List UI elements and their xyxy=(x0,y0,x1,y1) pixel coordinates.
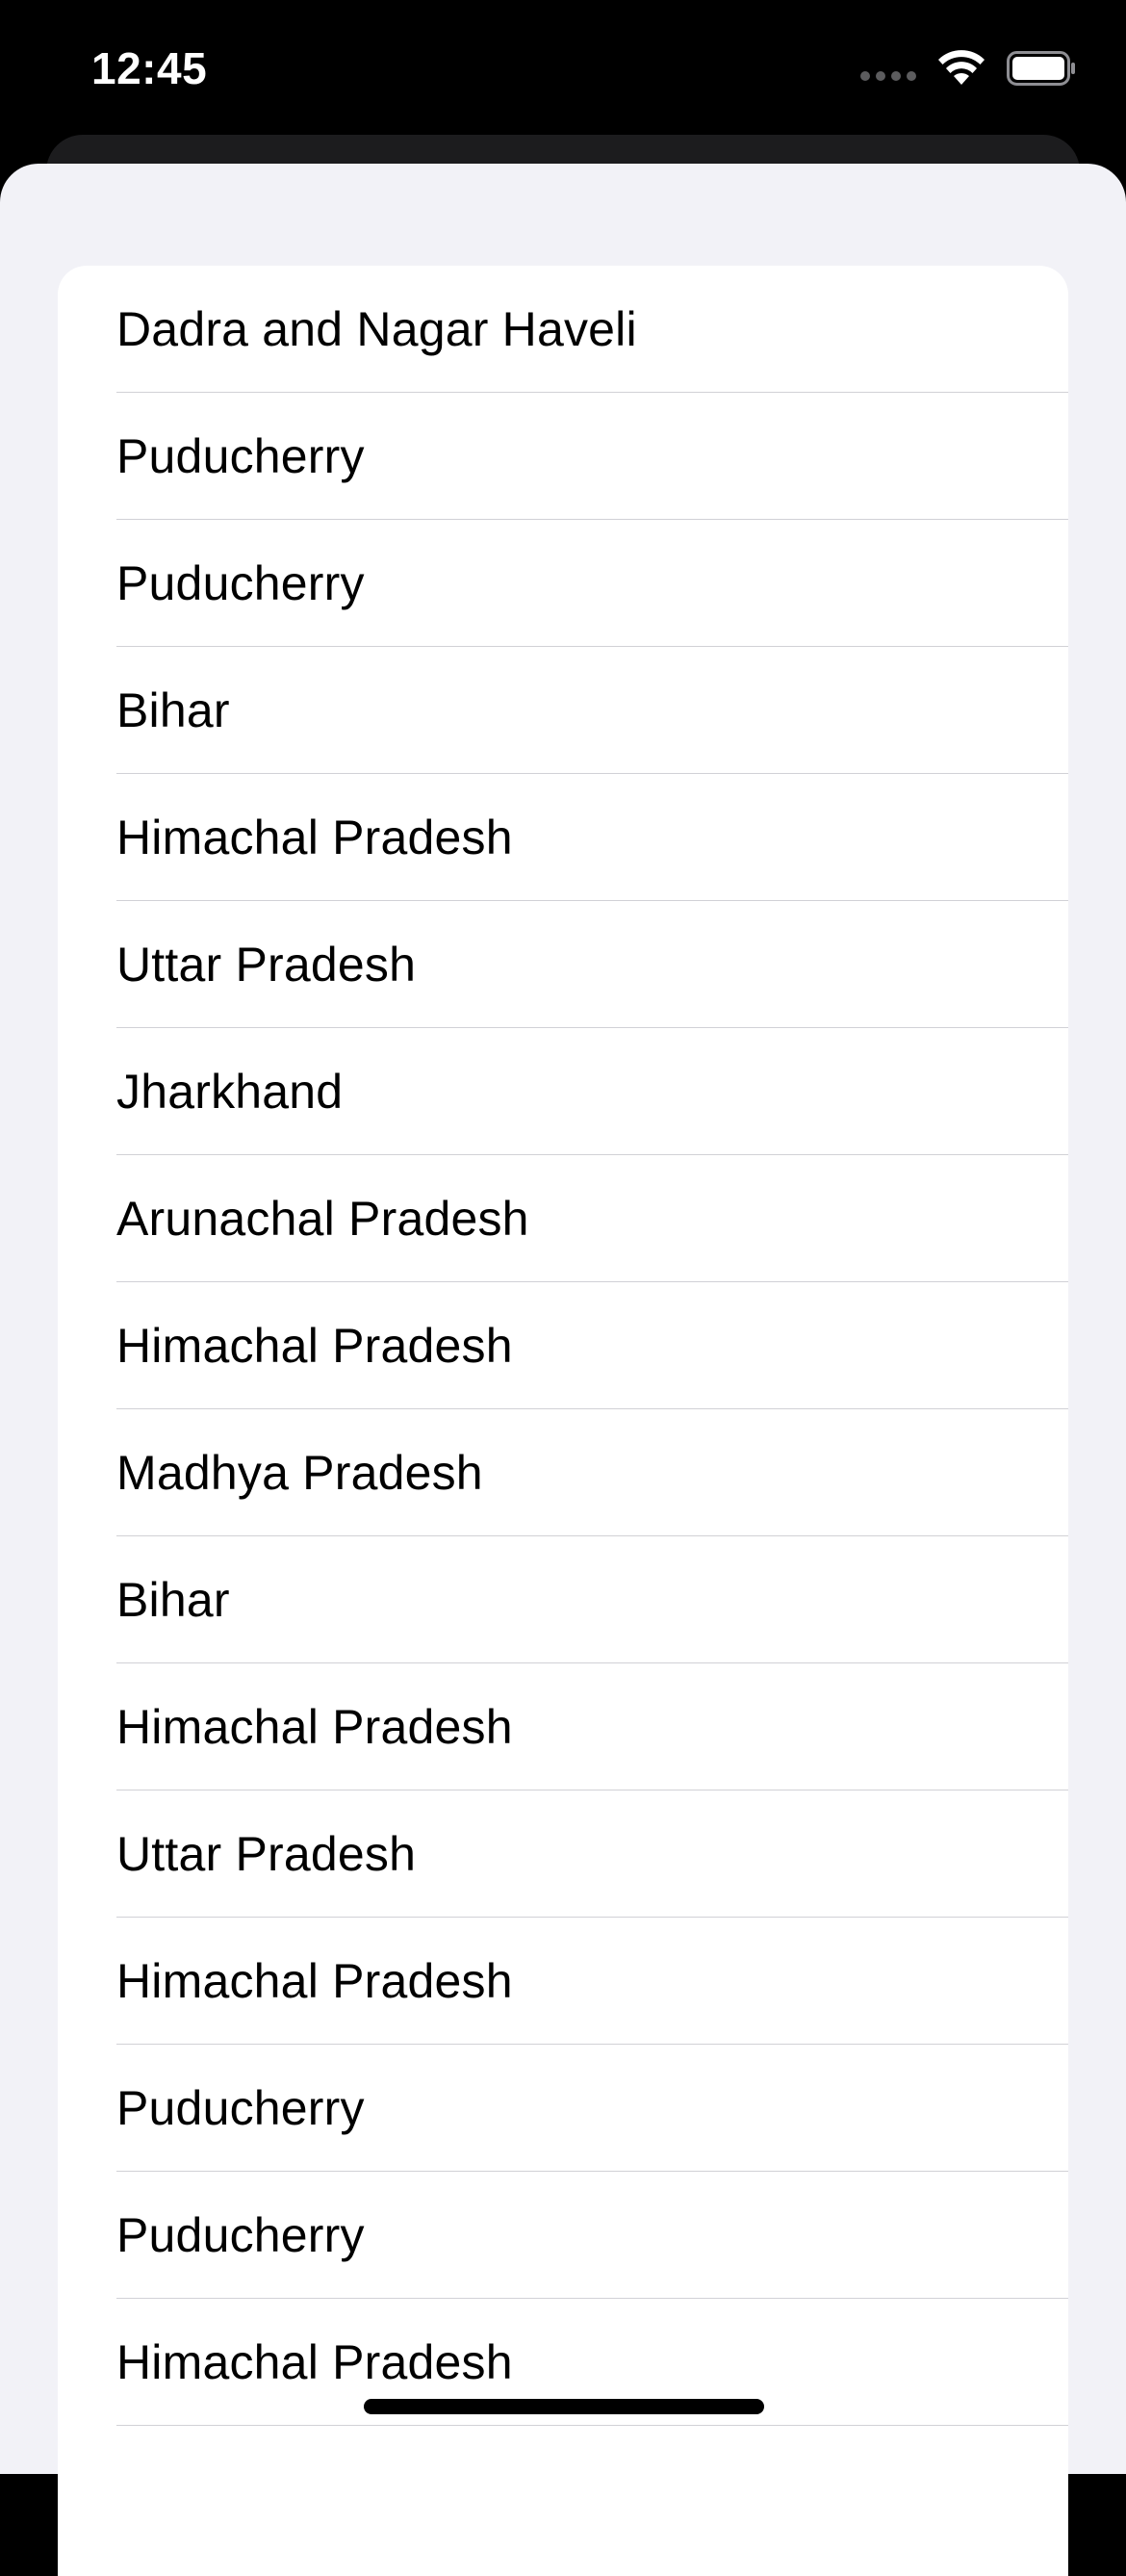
list-item[interactable]: Bihar xyxy=(58,647,1068,774)
status-icons xyxy=(860,50,1076,87)
list-item-label: Uttar Pradesh xyxy=(116,1827,417,1881)
list-item[interactable]: Madhya Pradesh xyxy=(58,1409,1068,1536)
home-indicator[interactable] xyxy=(364,2399,764,2414)
status-bar: 12:45 xyxy=(0,0,1126,135)
list-card: Dadra and Nagar Haveli Puducherry Puduch… xyxy=(58,266,1068,2576)
list-item-label: Puducherry xyxy=(116,2081,365,2135)
signal-dots-icon xyxy=(860,71,916,81)
list-item-label: Uttar Pradesh xyxy=(116,938,417,992)
list-item-label: Puducherry xyxy=(116,2208,365,2262)
battery-icon xyxy=(1007,51,1075,86)
list-item[interactable]: Arunachal Pradesh xyxy=(58,1155,1068,1282)
modal-sheet: Dadra and Nagar Haveli Puducherry Puduch… xyxy=(0,164,1126,2576)
list-item[interactable]: Uttar Pradesh xyxy=(58,901,1068,1028)
status-time: 12:45 xyxy=(91,43,208,93)
list-item-label: Himachal Pradesh xyxy=(116,1319,513,1373)
list-item-label: Puducherry xyxy=(116,556,365,610)
list-item-label: Himachal Pradesh xyxy=(116,1954,513,2008)
list-item-label: Jharkhand xyxy=(116,1065,344,1119)
list-item[interactable]: Puducherry xyxy=(58,393,1068,520)
list-item[interactable]: Puducherry xyxy=(58,2045,1068,2172)
list-item-label: Madhya Pradesh xyxy=(116,1446,483,1500)
list-item[interactable]: Puducherry xyxy=(58,520,1068,647)
list-item-label: Himachal Pradesh xyxy=(116,1700,513,1754)
list-item[interactable]: Himachal Pradesh xyxy=(58,1918,1068,2045)
list-item[interactable]: Jharkhand xyxy=(58,1028,1068,1155)
list-item[interactable]: Himachal Pradesh xyxy=(58,774,1068,901)
list-item-label: Bihar xyxy=(116,683,230,737)
list-item-label: Bihar xyxy=(116,1573,230,1627)
list-item[interactable]: Dadra and Nagar Haveli xyxy=(58,266,1068,393)
list-item-label: Himachal Pradesh xyxy=(116,811,513,864)
list-item-label: Dadra and Nagar Haveli xyxy=(116,302,637,356)
list-item[interactable]: Himachal Pradesh xyxy=(58,1663,1068,1790)
list-item-label: Puducherry xyxy=(116,429,365,483)
list-item[interactable]: Uttar Pradesh xyxy=(58,1790,1068,1918)
list-item-label: Arunachal Pradesh xyxy=(116,1192,529,1246)
list-item[interactable]: Himachal Pradesh xyxy=(58,1282,1068,1409)
wifi-icon xyxy=(938,50,985,85)
list-item-label: Himachal Pradesh xyxy=(116,2335,513,2389)
list-item[interactable]: Bihar xyxy=(58,1536,1068,1663)
list-item[interactable]: Puducherry xyxy=(58,2172,1068,2299)
